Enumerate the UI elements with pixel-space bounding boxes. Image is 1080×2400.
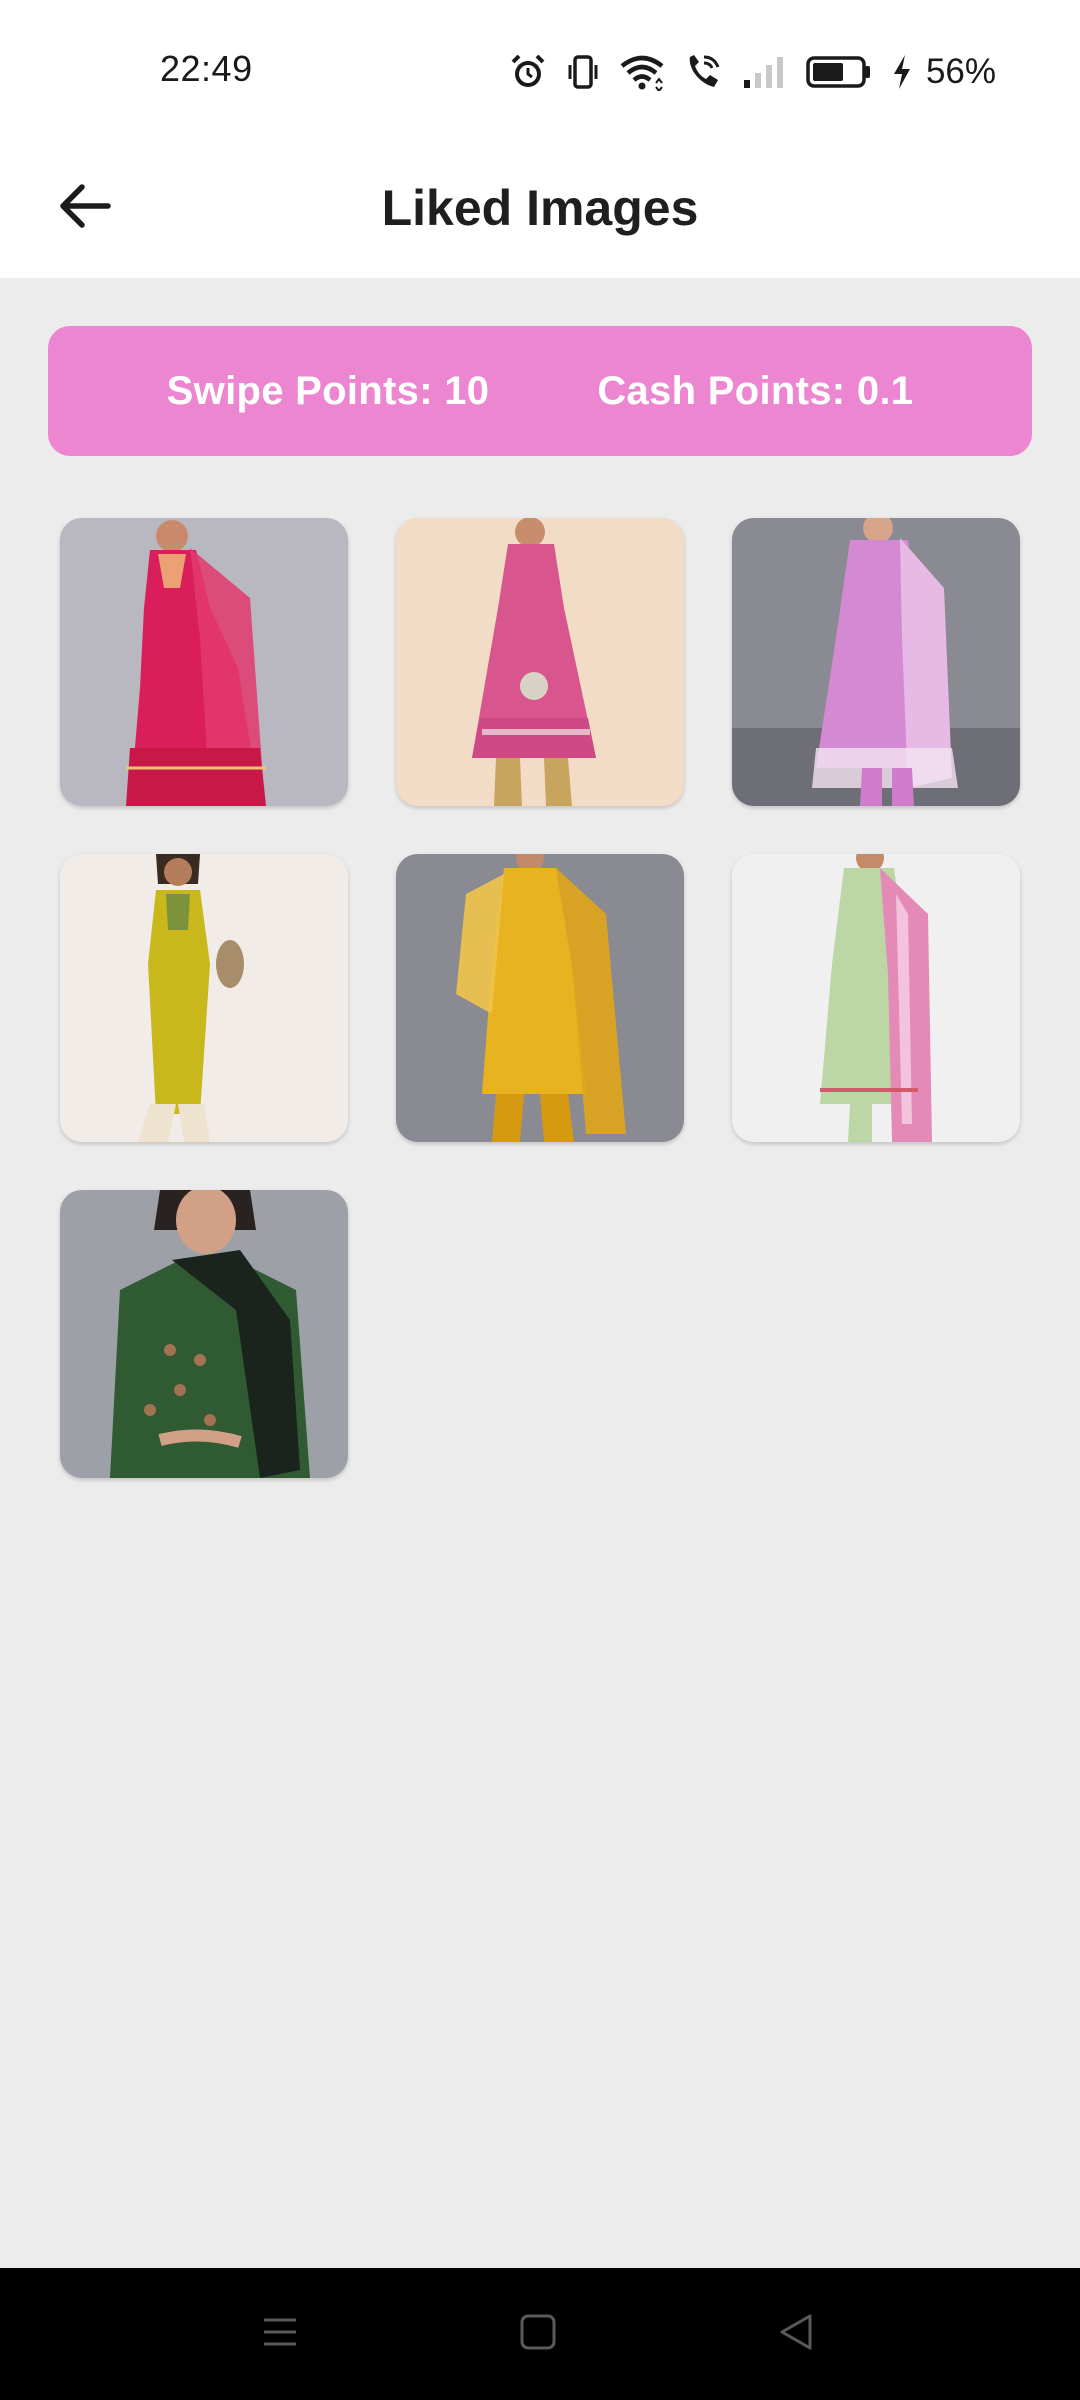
system-nav-bar (0, 2268, 1080, 2400)
kurta-image (396, 854, 684, 1142)
wifi-call-icon (684, 53, 722, 91)
liked-image-tile[interactable] (732, 854, 1020, 1142)
liked-image-tile[interactable] (396, 854, 684, 1142)
swipe-points: Swipe Points: 10 (166, 368, 490, 413)
kurta-image (732, 854, 1020, 1142)
battery-icon (806, 55, 872, 89)
home-button[interactable] (503, 2304, 573, 2364)
cash-points: Cash Points: 0.1 (597, 368, 914, 413)
battery-percent: 56% (925, 52, 996, 91)
alarm-icon (510, 53, 546, 91)
back-nav-button[interactable] (761, 2304, 831, 2364)
kurta-image (60, 854, 348, 1142)
points-banner: Swipe Points: 10 Cash Points: 0.1 (48, 326, 1032, 456)
kurta-image (732, 518, 1020, 806)
liked-image-tile[interactable] (60, 854, 348, 1142)
status-icons: 56% (510, 50, 996, 94)
signal-icon (742, 54, 786, 90)
app-bar: Liked Images (0, 140, 1080, 278)
liked-image-tile[interactable] (396, 518, 684, 806)
liked-image-tile[interactable] (60, 1190, 348, 1478)
status-time: 22:49 (160, 48, 253, 89)
menu-icon (260, 2312, 300, 2357)
kurta-image (396, 518, 684, 806)
status-bar: 22:49 56% (0, 0, 1080, 140)
home-square-icon (518, 2312, 558, 2357)
back-triangle-icon (776, 2312, 816, 2357)
recent-apps-button[interactable] (245, 2304, 315, 2364)
page-title: Liked Images (381, 180, 699, 236)
vibrate-icon (566, 53, 600, 91)
liked-image-tile[interactable] (732, 518, 1020, 806)
wifi-icon (620, 53, 664, 91)
charging-icon (892, 54, 912, 90)
kurta-image (60, 1190, 348, 1478)
liked-image-tile[interactable] (60, 518, 348, 806)
kurta-image (60, 518, 348, 806)
